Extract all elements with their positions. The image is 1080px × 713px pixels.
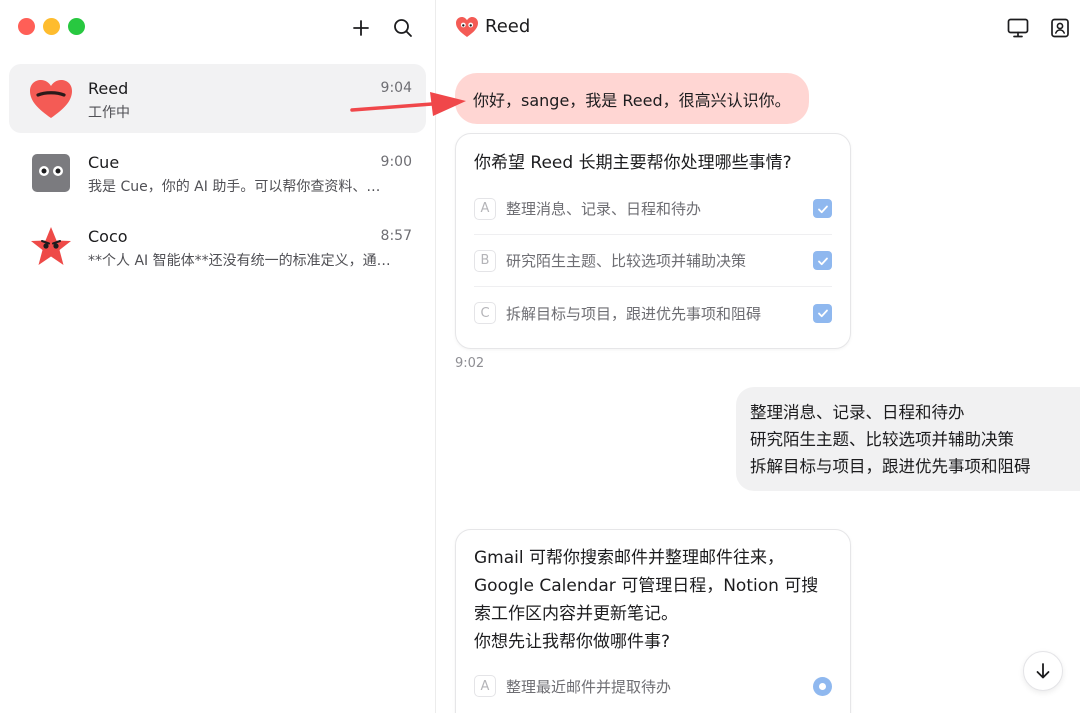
question-line: Gmail 可帮你搜索邮件并整理邮件往来， [474,548,785,568]
contact-icon [1051,18,1069,38]
conversation-preview: 工作中 [88,105,130,121]
robot-avatar-icon [32,154,70,192]
user-reply-line: 整理消息、记录、日程和待办 [750,403,965,422]
minimize-window-button[interactable] [43,18,60,35]
option-label: 整理消息、记录、日程和待办 [506,200,702,218]
conversation-name: Coco [88,227,128,246]
scroll-to-bottom-button[interactable] [1023,651,1063,691]
option-letter: A [474,675,496,697]
assistant-greeting-bubble: 你好，sange，我是 Reed，很高兴认识你。 [455,73,809,124]
user-reply-line: 拆解目标与项目，跟进优先事项和阻碍 [750,457,1031,476]
conversation-name: Reed [88,79,129,98]
screen-button[interactable] [1004,14,1032,42]
chat-panel: Reed 你好，sange，我是 Reed，很高兴认识你。 你希望 Reed 长… [437,0,1080,713]
heart-icon [456,17,478,37]
question-card-1: 你希望 Reed 长期主要帮你处理哪些事情? A 整理消息、记录、日程和待办 B… [455,133,851,349]
option-a[interactable]: A 整理消息、记录、日程和待办 [474,183,832,235]
option-letter: B [474,249,496,272]
checkbox-checked-icon[interactable] [813,303,832,323]
chat-header: Reed [437,0,1080,56]
conversation-item-reed[interactable]: Reed 9:04 工作中 [9,64,426,133]
question-line: Google Calendar 可管理日程，Notion 可搜 [474,576,819,596]
option-letter: C [474,302,496,324]
new-chat-button[interactable] [347,14,375,42]
search-button[interactable] [389,14,417,42]
conversation-time: 9:00 [380,154,412,170]
conversation-item-coco[interactable]: Coco 8:57 **个人 AI 智能体**还没有统一的标准定义，通… [9,212,426,281]
option-a[interactable]: A 整理最近邮件并提取待办 [474,660,832,712]
chat-title: Reed [485,16,531,37]
option-list: A 整理最近邮件并提取待办 [474,660,832,712]
conversation-list: Reed 9:04 工作中 Cue 9:00 我是 Cue，你的 AI 助手。可… [9,64,426,286]
checkbox-checked-icon[interactable] [813,199,832,218]
plus-icon [353,20,369,36]
option-b[interactable]: B 研究陌生主题、比较选项并辅助决策 [474,235,832,287]
option-c[interactable]: C 拆解目标与项目，跟进优先事项和阻碍 [474,287,832,339]
option-list: A 整理消息、记录、日程和待办 B 研究陌生主题、比较选项并辅助决策 C 拆解目… [474,183,832,339]
radio-selected-icon[interactable] [813,676,832,696]
message-timestamp: 9:02 [455,356,485,371]
sidebar-toolbar [347,14,417,42]
maximize-window-button[interactable] [68,18,85,35]
user-reply-line: 研究陌生主题、比较选项并辅助决策 [750,430,1014,449]
sidebar: Reed 9:04 工作中 Cue 9:00 我是 Cue，你的 AI 助手。可… [0,0,436,713]
search-icon [394,19,412,37]
conversation-preview: 我是 Cue，你的 AI 助手。可以帮你查资料、… [88,179,381,195]
close-window-button[interactable] [18,18,35,35]
profile-button[interactable] [1046,14,1074,42]
conversation-time: 9:04 [380,80,412,96]
conversation-time: 8:57 [380,228,412,244]
user-reply-bubble: 整理消息、记录、日程和待办 研究陌生主题、比较选项并辅助决策 拆解目标与项目，跟… [736,387,1080,491]
option-label: 研究陌生主题、比较选项并辅助决策 [506,252,747,270]
heart-avatar-icon [30,80,72,118]
checkbox-checked-icon[interactable] [813,251,832,270]
star-avatar-icon [31,227,71,265]
header-tools [1004,14,1074,42]
option-letter: A [474,197,496,220]
question-line: 索工作区内容并更新笔记。 [474,604,678,624]
arrow-down-icon [1036,663,1050,679]
conversation-name: Cue [88,153,120,172]
conversation-preview: **个人 AI 智能体**还没有统一的标准定义，通… [88,253,391,269]
question-prompt: 你希望 Reed 长期主要帮你处理哪些事情? [474,153,792,173]
question-card-2: Gmail 可帮你搜索邮件并整理邮件往来， Google Calendar 可管… [455,529,851,713]
option-label: 整理最近邮件并提取待办 [506,677,672,696]
window-controls [18,18,85,35]
question-line: 你想先让我帮你做哪件事? [474,632,671,652]
option-label: 拆解目标与项目，跟进优先事项和阻碍 [506,304,762,323]
conversation-item-cue[interactable]: Cue 9:00 我是 Cue，你的 AI 助手。可以帮你查资料、… [9,138,426,207]
monitor-icon [1007,18,1029,38]
